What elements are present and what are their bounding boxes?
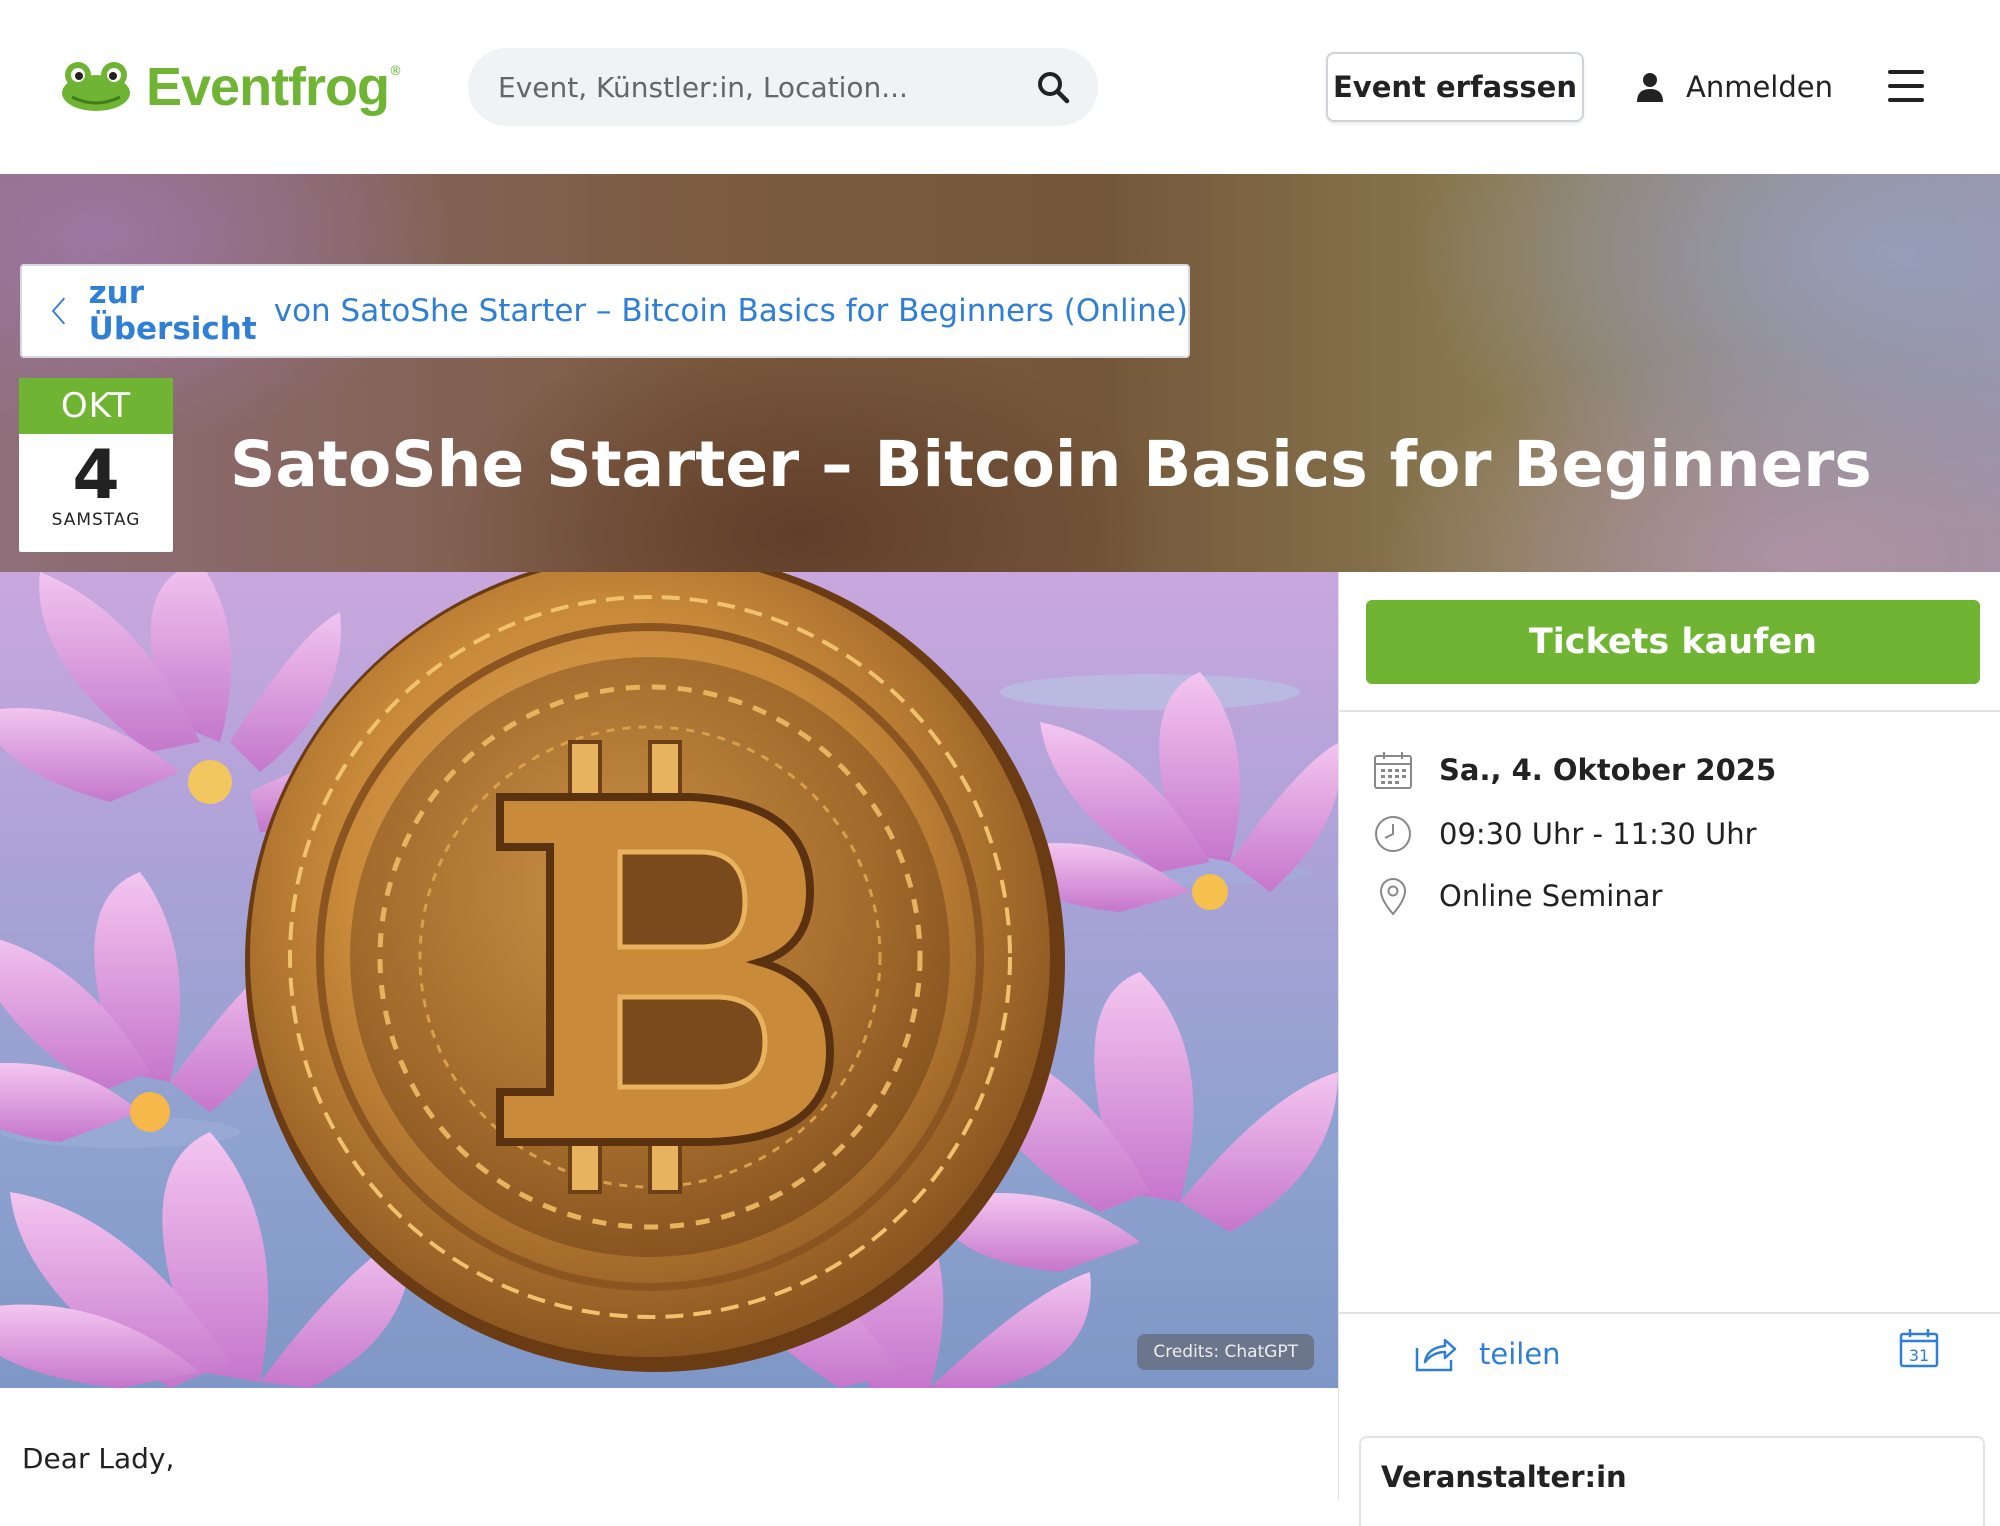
share-button[interactable]: teilen	[1413, 1326, 1561, 1382]
date-badge: OKT 4 SAMSTAG	[19, 378, 173, 552]
calendar-add-icon[interactable]: 31	[1899, 1328, 1939, 1368]
create-event-button[interactable]: Event erfassen	[1326, 52, 1584, 122]
event-title: SatoShe Starter – Bitcoin Basics for Beg…	[230, 428, 1872, 501]
site-header: Eventfrog ® Event erfassen Anmelden	[0, 0, 2000, 174]
lotus-flower-left	[0, 872, 291, 1142]
event-hero-banner	[0, 174, 2000, 572]
event-image: Credits: ChatGPT	[0, 572, 1338, 1388]
back-to-overview-link[interactable]: zur Übersicht von SatoShe Starter – Bitc…	[20, 264, 1190, 358]
eventfrog-logo[interactable]: Eventfrog ®	[60, 52, 402, 122]
image-credits: Credits: ChatGPT	[1137, 1334, 1314, 1370]
date-month: OKT	[19, 378, 173, 434]
event-location: Online Seminar	[1439, 879, 1663, 913]
buy-tickets-button[interactable]: Tickets kaufen	[1366, 600, 1980, 684]
event-time: 09:30 Uhr - 11:30 Uhr	[1439, 817, 1757, 851]
bitcoin-coin	[245, 572, 1065, 1372]
divider	[1339, 1312, 2000, 1314]
menu-icon[interactable]	[1888, 70, 1924, 102]
event-sidebar: Tickets kaufen Sa., 4. Oktober 2025 09:3…	[1338, 572, 2000, 1526]
date-weekday: SAMSTAG	[51, 510, 141, 530]
user-icon	[1637, 73, 1663, 102]
bitcoin-lotus-illustration	[0, 572, 1338, 1388]
calendar-icon	[1374, 752, 1412, 789]
event-date: Sa., 4. Oktober 2025	[1439, 753, 1777, 787]
clock-icon	[1375, 816, 1411, 852]
share-label: teilen	[1479, 1337, 1561, 1371]
back-link-strong: zur Übersicht	[88, 275, 257, 347]
search-input[interactable]	[498, 48, 1018, 126]
login-link[interactable]: Anmelden	[1636, 52, 1833, 122]
chevron-left-icon	[51, 297, 66, 325]
location-pin-icon	[1379, 878, 1407, 916]
search-icon[interactable]	[1036, 70, 1070, 104]
organizer-card: Veranstalter:in	[1359, 1436, 1985, 1526]
svg-text:31: 31	[1909, 1346, 1929, 1365]
logo-wordmark: Eventfrog	[146, 57, 390, 117]
frog-logo-icon	[62, 62, 130, 111]
event-location-row: Online Seminar	[1373, 876, 1662, 916]
date-day: 4	[72, 436, 120, 515]
share-icon	[1415, 1338, 1457, 1372]
organizer-heading: Veranstalter:in	[1381, 1460, 1627, 1494]
logo-registered-mark: ®	[389, 63, 403, 79]
search-bar	[468, 48, 1098, 126]
event-date-row: Sa., 4. Oktober 2025	[1373, 750, 1776, 790]
divider	[1339, 710, 2000, 712]
back-link-rest: von SatoShe Starter – Bitcoin Basics for…	[273, 293, 1188, 329]
login-label: Anmelden	[1686, 70, 1833, 104]
event-time-row: 09:30 Uhr - 11:30 Uhr	[1373, 814, 1757, 854]
description-greeting: Dear Lady,	[22, 1442, 175, 1475]
